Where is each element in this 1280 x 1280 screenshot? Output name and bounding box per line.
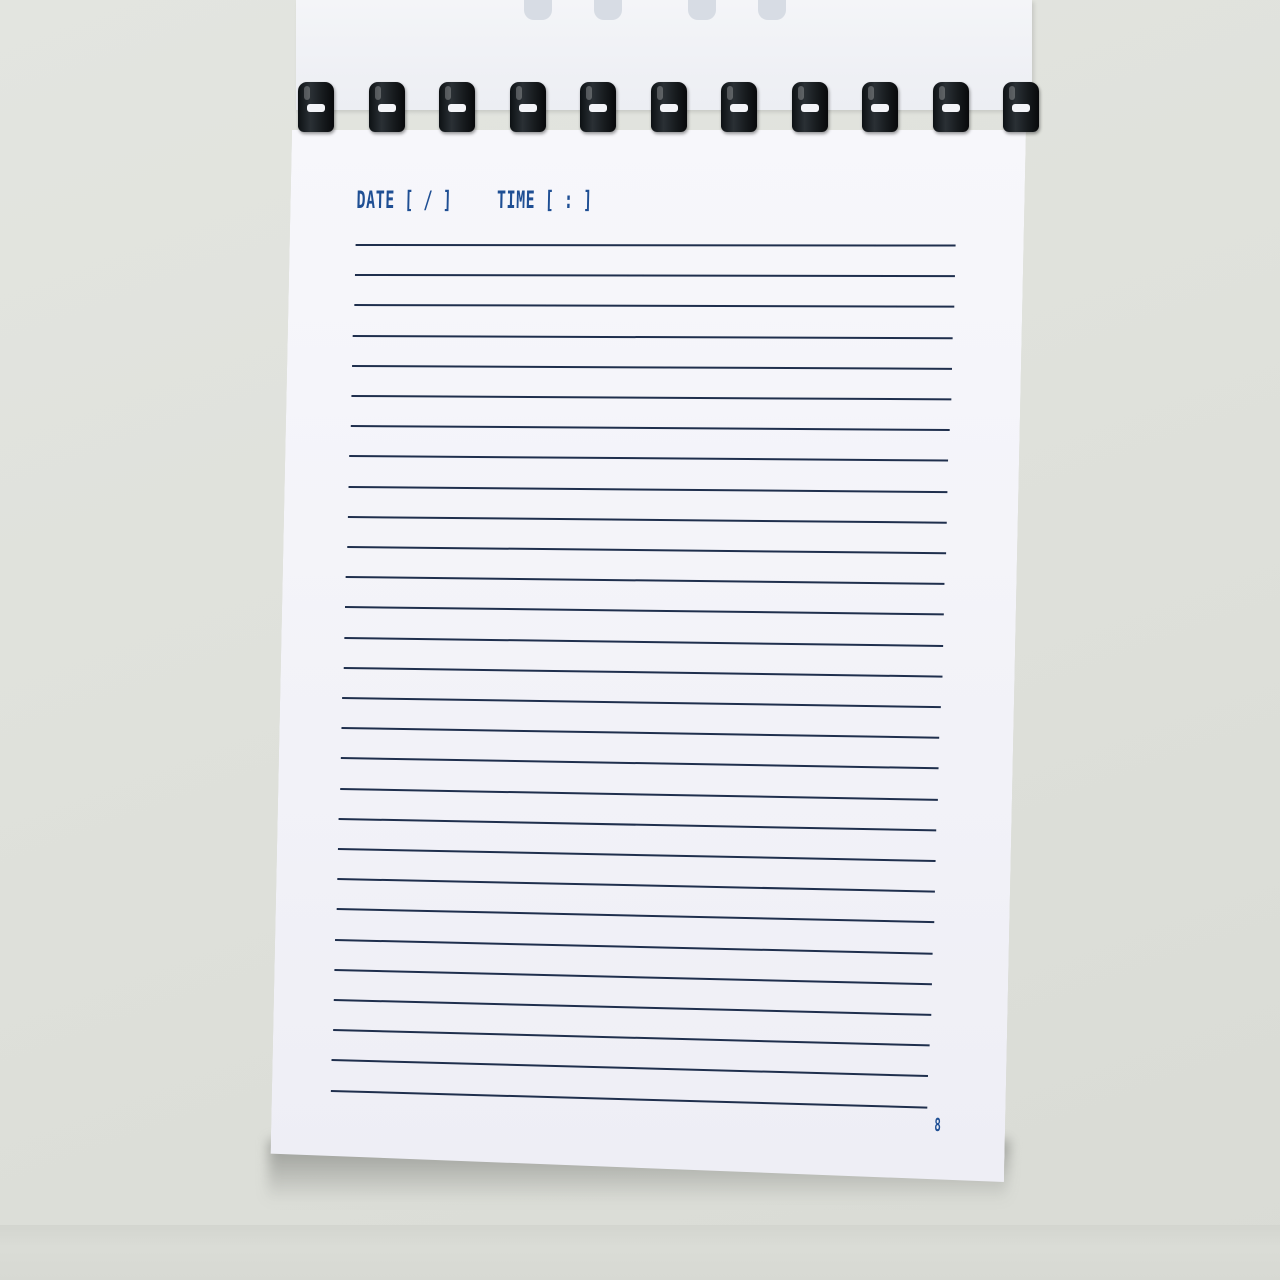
binding-ring xyxy=(509,74,546,132)
ruled-line xyxy=(338,848,936,862)
binding-ring xyxy=(439,74,475,132)
ruled-line xyxy=(353,335,953,339)
ruled-line xyxy=(343,667,941,678)
binding-ring xyxy=(650,74,687,132)
ruled-line xyxy=(345,606,944,615)
ruled-line xyxy=(334,969,931,985)
back-page-ring-mark xyxy=(594,0,622,20)
ruled-line xyxy=(354,304,954,308)
binding-ring xyxy=(721,74,757,132)
photo-scene: DATE [ / ] TIME [ : ] 8 xyxy=(0,0,1280,1280)
binding-ring xyxy=(791,74,828,132)
ruled-line xyxy=(333,1029,930,1046)
ruled-line xyxy=(348,516,947,524)
spiral-binding xyxy=(296,74,1042,138)
ruled-line xyxy=(333,999,930,1016)
ruled-line xyxy=(349,486,948,493)
back-page-ring-mark xyxy=(758,0,786,20)
ruled-lines xyxy=(270,130,1026,1182)
ruled-line xyxy=(347,546,946,554)
ruled-line xyxy=(344,637,943,647)
table-edge xyxy=(0,1225,1280,1280)
ruled-line xyxy=(342,697,940,708)
ruled-line xyxy=(340,788,938,801)
back-page-ring-mark xyxy=(688,0,716,20)
ruled-line xyxy=(337,878,935,893)
ruled-line xyxy=(346,576,945,585)
binding-ring xyxy=(368,74,405,132)
ruled-line xyxy=(339,818,937,831)
notebook-page: DATE [ / ] TIME [ : ] 8 xyxy=(270,130,1026,1182)
ruled-line xyxy=(356,244,956,247)
back-page-ring-mark xyxy=(524,0,552,20)
ruled-line xyxy=(341,757,939,769)
ruled-line xyxy=(332,1059,929,1077)
binding-ring xyxy=(298,74,334,132)
ruled-line xyxy=(351,395,950,400)
ruled-line xyxy=(349,455,948,462)
binding-ring xyxy=(932,74,969,132)
ruled-line xyxy=(331,1090,928,1109)
ruled-line xyxy=(350,425,949,431)
ruled-line xyxy=(335,939,932,955)
page-number: 8 xyxy=(934,1115,942,1136)
ruled-line xyxy=(355,274,955,277)
ruled-line xyxy=(352,365,952,370)
binding-ring xyxy=(862,74,898,132)
binding-ring xyxy=(1003,74,1039,132)
ruled-line xyxy=(341,727,939,739)
ruled-line xyxy=(336,908,933,923)
binding-ring xyxy=(580,74,616,132)
